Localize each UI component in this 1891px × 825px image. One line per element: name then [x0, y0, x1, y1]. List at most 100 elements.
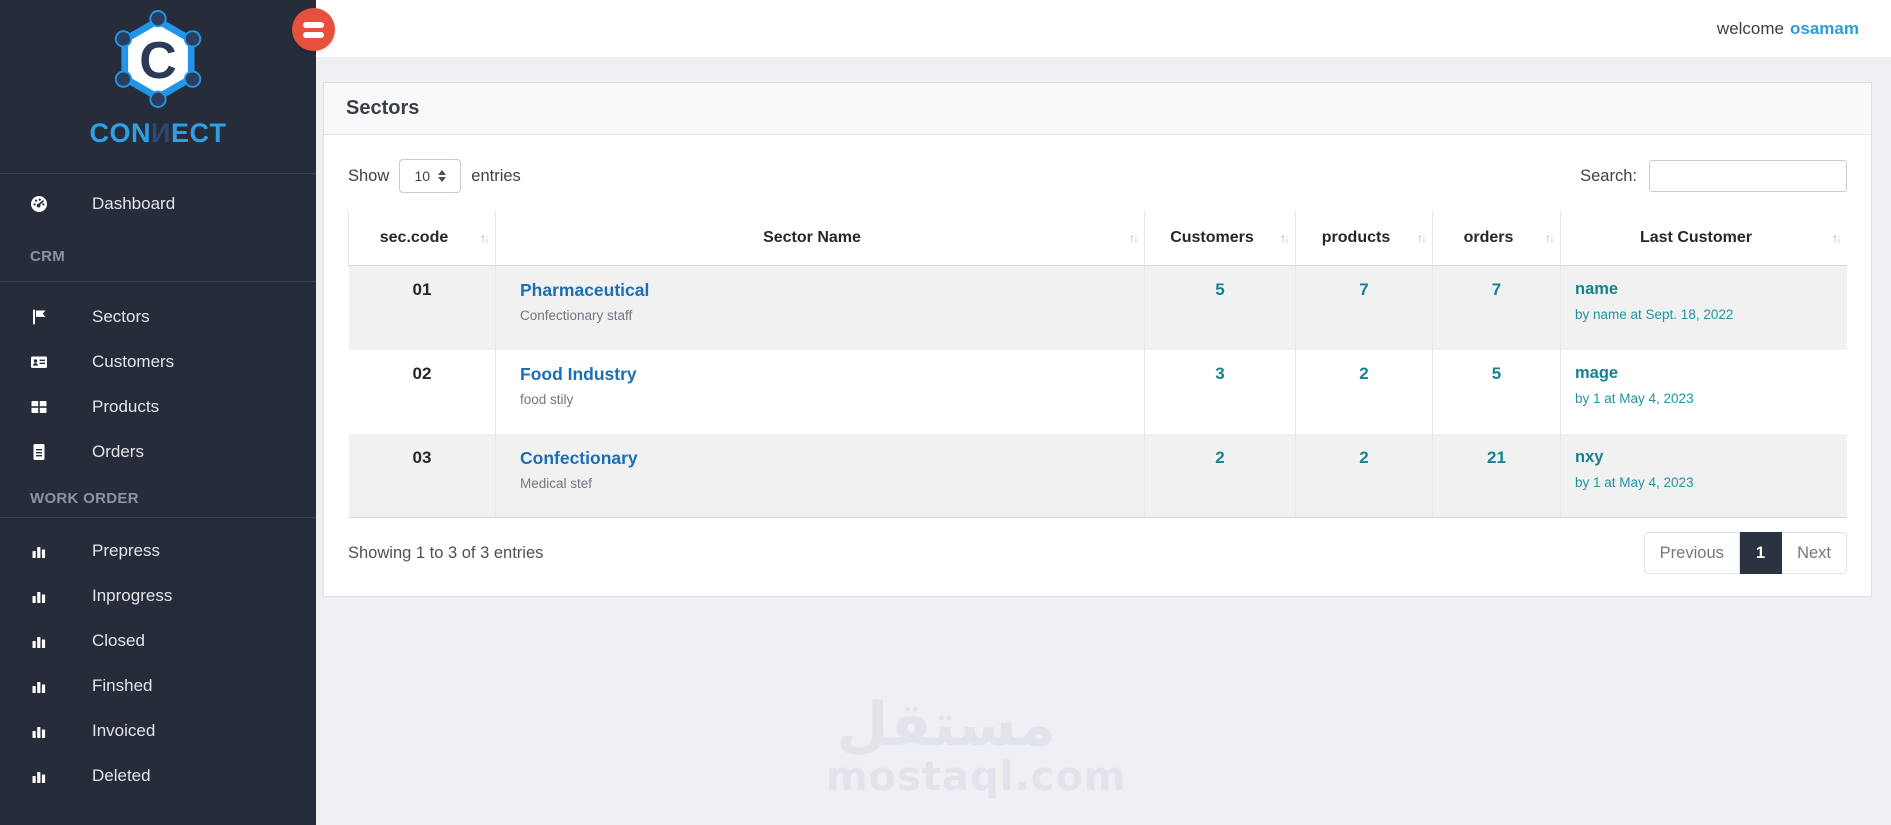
products-count-link[interactable]: 7 — [1359, 280, 1368, 299]
orders-count-link[interactable]: 21 — [1487, 448, 1506, 467]
customers-count-link[interactable]: 5 — [1215, 280, 1224, 299]
sector-description: food stily — [520, 391, 574, 407]
welcome-text: welcome osamam — [1716, 18, 1859, 38]
chart-bar-icon — [30, 767, 48, 785]
sidebar-item-sectors[interactable]: Sectors — [0, 294, 316, 339]
column-header-products[interactable]: products ↑↓ — [1295, 211, 1433, 266]
cell-sec-code: 03 — [348, 433, 496, 518]
search-control: Search: — [1580, 160, 1847, 192]
pagination: Previous 1 Next — [1643, 532, 1847, 574]
column-header-orders[interactable]: orders ↑↓ — [1432, 211, 1561, 266]
sidebar-section-work-order: WORK ORDER — [30, 490, 139, 507]
sidebar-item-customers[interactable]: Customers — [0, 339, 316, 384]
products-count-link[interactable]: 2 — [1359, 364, 1368, 383]
last-customer-link[interactable]: nxy — [1575, 448, 1603, 467]
sectors-card: Sectors Show 10 entries Search: sec.code… — [323, 82, 1872, 597]
sort-icon: ↑↓ — [1417, 231, 1427, 245]
cell-products-count: 2 — [1295, 349, 1433, 434]
sort-icon: ↑↓ — [1545, 231, 1555, 245]
page-length-select[interactable]: 10 — [399, 159, 462, 193]
brand-logo-link[interactable]: C CONИECT — [0, 0, 316, 173]
orders-count-link[interactable]: 7 — [1492, 280, 1501, 299]
cell-last-customer: mage by 1 at May 4, 2023 — [1560, 349, 1847, 434]
brand-wordmark: CONИECT — [89, 118, 227, 148]
cell-last-customer: nxy by 1 at May 4, 2023 — [1560, 433, 1847, 518]
sidebar-item-label: Invoiced — [92, 720, 156, 740]
products-count-link[interactable]: 2 — [1359, 448, 1368, 467]
column-header-customers[interactable]: Customers ↑↓ — [1144, 211, 1296, 266]
watermark: مستقل mostaql.com — [826, 690, 1127, 800]
sector-link[interactable]: Pharmaceutical — [520, 280, 649, 301]
sidebar-toggle-button[interactable] — [292, 8, 335, 51]
last-customer-link[interactable]: name — [1575, 280, 1618, 299]
customers-count-link[interactable]: 2 — [1215, 448, 1224, 467]
connect-hexagon-logo-icon: C — [110, 10, 206, 113]
sidebar: C CONИECT Dashboard CRM Sectors Customer… — [0, 0, 316, 825]
sector-link[interactable]: Confectionary — [520, 448, 638, 469]
cell-sector-name: Food Industry food stily — [495, 349, 1145, 434]
last-customer-meta: by name at Sept. 18, 2022 — [1575, 307, 1734, 322]
sidebar-item-label: Inprogress — [92, 585, 173, 605]
top-navbar: welcome osamam — [316, 0, 1891, 57]
sidebar-item-label: Prepress — [92, 540, 161, 560]
cell-orders-count: 21 — [1432, 433, 1561, 518]
entries-label: entries — [471, 166, 521, 185]
page-length-control: Show 10 entries — [348, 159, 521, 193]
cell-products-count: 2 — [1295, 433, 1433, 518]
table-icon — [30, 398, 48, 416]
sidebar-item-label: Closed — [92, 630, 145, 650]
chart-bar-icon — [30, 587, 48, 605]
page-number-button[interactable]: 1 — [1739, 532, 1783, 574]
svg-text:C: C — [139, 31, 176, 89]
sort-icon: ↑↓ — [1280, 231, 1290, 245]
column-header-sector-name[interactable]: Sector Name ↑↓ — [495, 211, 1145, 266]
chart-bar-icon — [30, 542, 48, 560]
sidebar-item-label: Sectors — [92, 306, 150, 326]
sidebar-item-orders[interactable]: Orders — [0, 429, 316, 474]
cell-sector-name: Pharmaceutical Confectionary staff — [495, 265, 1145, 350]
sidebar-item-label: Customers — [92, 351, 175, 371]
orders-count-link[interactable]: 5 — [1492, 364, 1501, 383]
sidebar-item-deleted[interactable]: Deleted — [0, 753, 316, 798]
sidebar-item-invoiced[interactable]: Invoiced — [0, 708, 316, 753]
last-customer-link[interactable]: mage — [1575, 364, 1618, 383]
next-page-button[interactable]: Next — [1782, 532, 1847, 574]
sidebar-item-prepress[interactable]: Prepress — [0, 528, 316, 573]
cell-products-count: 7 — [1295, 265, 1433, 350]
hamburger-icon — [303, 21, 324, 38]
sidebar-item-inprogress[interactable]: Inprogress — [0, 573, 316, 618]
sector-link[interactable]: Food Industry — [520, 364, 637, 385]
table-row: 03 Confectionary Medical stef 2 2 21 nxy… — [348, 433, 1847, 518]
sidebar-item-closed[interactable]: Closed — [0, 618, 316, 663]
column-header-last-customer[interactable]: Last Customer ↑↓ — [1560, 211, 1847, 266]
watermark-arabic: مستقل — [836, 690, 1056, 760]
search-label: Search: — [1580, 166, 1637, 185]
previous-page-button[interactable]: Previous — [1643, 532, 1740, 574]
tachometer-icon — [30, 195, 48, 213]
sidebar-item-label: Orders — [92, 441, 144, 461]
cell-customers-count: 2 — [1144, 433, 1296, 518]
sort-icon: ↑↓ — [1129, 231, 1139, 245]
table-row: 01 Pharmaceutical Confectionary staff 5 … — [348, 265, 1847, 350]
last-customer-meta: by 1 at May 4, 2023 — [1575, 474, 1694, 490]
username-link[interactable]: osamam — [1790, 19, 1859, 38]
last-customer-meta: by 1 at May 4, 2023 — [1575, 390, 1694, 406]
search-input[interactable] — [1649, 160, 1847, 192]
sidebar-item-label: Finshed — [92, 675, 153, 695]
cell-orders-count: 5 — [1432, 349, 1561, 434]
cell-sec-code: 02 — [412, 363, 432, 383]
customers-count-link[interactable]: 3 — [1215, 364, 1224, 383]
cell-orders-count: 7 — [1432, 265, 1561, 350]
cell-sec-code: 01 — [412, 280, 432, 299]
sidebar-item-dashboard[interactable]: Dashboard — [0, 181, 316, 226]
cell-customers-count: 3 — [1144, 349, 1296, 434]
sidebar-item-label: Products — [92, 396, 160, 416]
column-header-sec-code[interactable]: sec.code ↑↓ — [348, 211, 496, 266]
sort-icon: ↑↓ — [480, 231, 490, 245]
sidebar-item-products[interactable]: Products — [0, 384, 316, 429]
watermark-latin: mostaql.com — [826, 754, 1127, 800]
chart-bar-icon — [30, 632, 48, 650]
chart-bar-icon — [30, 722, 48, 740]
sidebar-item-finshed[interactable]: Finshed — [0, 663, 316, 708]
table-header-row: sec.code ↑↓ Sector Name ↑↓ Customers ↑↓ pro… — [348, 211, 1847, 266]
